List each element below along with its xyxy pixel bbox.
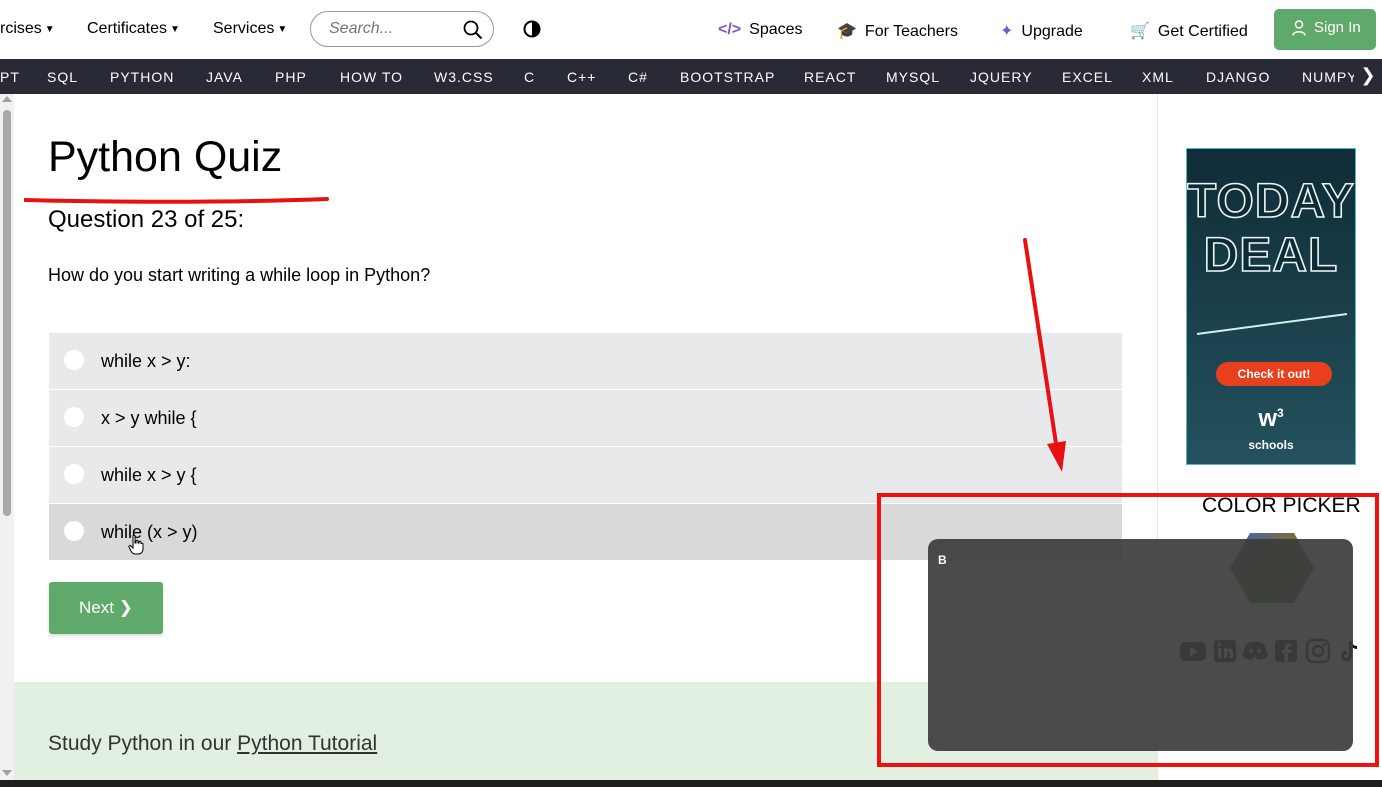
upgrade-link[interactable]: ✦ Upgrade — [1000, 21, 1083, 41]
code-icon: </> — [718, 21, 742, 38]
scrollbar-thumb[interactable] — [3, 110, 11, 516]
language-navbar: PT SQL PYTHON JAVA PHP HOW TO W3.CSS C C… — [0, 59, 1382, 94]
answer-option-label: while x > y { — [101, 465, 197, 485]
question-number: Question 23 of 25: — [48, 206, 245, 233]
subnav-item[interactable]: REACT — [804, 69, 856, 85]
nav-certificates-label: Certificates — [87, 20, 168, 37]
radio-button[interactable] — [64, 521, 84, 541]
radio-button[interactable] — [64, 407, 84, 427]
radio-button[interactable] — [64, 464, 84, 484]
ad-headline-line2: DEAL — [1203, 228, 1339, 283]
python-tutorial-link[interactable]: Python Tutorial — [237, 732, 377, 755]
scroll-down-icon[interactable] — [2, 770, 12, 776]
study-text: Study Python in our Python Tutorial — [48, 732, 377, 756]
study-prefix: Study Python in our — [48, 732, 238, 755]
get-certified-link[interactable]: 🛒 Get Certified — [1130, 21, 1248, 41]
scroll-up-icon[interactable] — [2, 96, 12, 102]
radio-button[interactable] — [64, 350, 84, 370]
sign-in-label: Sign In — [1314, 19, 1361, 36]
contrast-toggle-icon[interactable] — [523, 20, 541, 38]
cart-icon: 🛒 — [1130, 23, 1150, 40]
nav-exercises[interactable]: rcises ▼ — [0, 20, 55, 38]
nav-exercises-label: rcises — [0, 20, 42, 37]
next-button[interactable]: Next ❯ — [49, 582, 163, 634]
subnav-item[interactable]: EXCEL — [1062, 69, 1113, 85]
for-teachers-label: For Teachers — [864, 23, 958, 40]
spaces-link[interactable]: </> Spaces — [718, 21, 803, 39]
subnav-item[interactable]: PHP — [275, 69, 307, 85]
check-it-out-button[interactable]: Check it out! — [1216, 362, 1332, 386]
spaces-label: Spaces — [749, 21, 803, 38]
question-text: How do you start writing a while loop in… — [48, 265, 431, 285]
subnav-item[interactable]: W3.CSS — [434, 69, 494, 85]
nav-services[interactable]: Services ▼ — [213, 20, 287, 38]
caret-down-icon: ▼ — [170, 24, 180, 35]
get-certified-label: Get Certified — [1157, 23, 1248, 40]
search-icon[interactable] — [463, 20, 483, 40]
subnav-item[interactable]: C — [524, 69, 535, 85]
sign-in-button[interactable]: Sign In — [1274, 9, 1376, 50]
logo-letter: w — [1258, 405, 1277, 432]
user-icon — [1292, 20, 1306, 36]
logo-sup: 3 — [1276, 406, 1284, 420]
graduation-cap-icon: 🎓 — [837, 23, 857, 40]
sparkle-icon: ✦ — [1000, 23, 1014, 40]
upgrade-label: Upgrade — [1021, 23, 1083, 40]
todays-deal-ad[interactable]: TODAY'SDEAL Check it out! w3 schools — [1186, 148, 1356, 465]
answer-option-label: while (x > y) — [101, 522, 198, 542]
subnav-item[interactable]: SQL — [47, 69, 78, 85]
subnav-item[interactable]: DJANGO — [1206, 69, 1270, 85]
search-box — [310, 11, 494, 47]
caret-down-icon: ▼ — [44, 24, 55, 35]
subnav-item[interactable]: HOW TO — [340, 69, 403, 85]
answer-option-label: x > y while { — [101, 408, 197, 428]
hand-cursor-icon — [128, 535, 144, 555]
bottom-bar — [0, 780, 1382, 787]
answer-option-label: while x > y: — [101, 351, 191, 371]
search-input[interactable] — [327, 19, 461, 39]
caret-down-icon: ▼ — [277, 24, 288, 35]
nav-certificates[interactable]: Certificates ▼ — [87, 20, 180, 38]
subnav-item[interactable]: BOOTSTRAP — [680, 69, 775, 85]
answer-option[interactable]: x > y while { — [49, 390, 1122, 446]
w3schools-logo: w3 — [1187, 405, 1355, 433]
answer-option[interactable]: while x > y: — [49, 333, 1122, 389]
top-navigation: rcises▼ Certificates▼ Services▼ </>Space… — [0, 0, 1382, 59]
subnav-item[interactable]: C++ — [567, 69, 596, 85]
scrollbar[interactable] — [0, 94, 14, 780]
subnav-item[interactable]: PYTHON — [110, 69, 174, 85]
subnav-item[interactable]: C# — [628, 69, 648, 85]
subnav-next-icon[interactable]: ❯ — [1354, 59, 1382, 94]
subnav-item[interactable]: JQUERY — [970, 69, 1033, 85]
w3schools-logo-text: schools — [1248, 438, 1294, 452]
ad-headline: TODAY'SDEAL — [1187, 174, 1355, 283]
subnav-item[interactable]: NUMPY — [1302, 69, 1358, 85]
ad-headline-line1: TODAY'S — [1187, 174, 1355, 229]
subnav-item[interactable]: XML — [1142, 69, 1174, 85]
for-teachers-link[interactable]: 🎓 For Teachers — [837, 21, 958, 41]
page-title: Python Quiz — [48, 133, 283, 181]
highlight-box-annotation — [877, 493, 1379, 767]
subnav-item[interactable]: JAVA — [206, 69, 243, 85]
subnav-item[interactable]: MYSQL — [886, 69, 940, 85]
nav-services-label: Services — [213, 20, 275, 37]
subnav-item[interactable]: PT — [0, 69, 20, 85]
